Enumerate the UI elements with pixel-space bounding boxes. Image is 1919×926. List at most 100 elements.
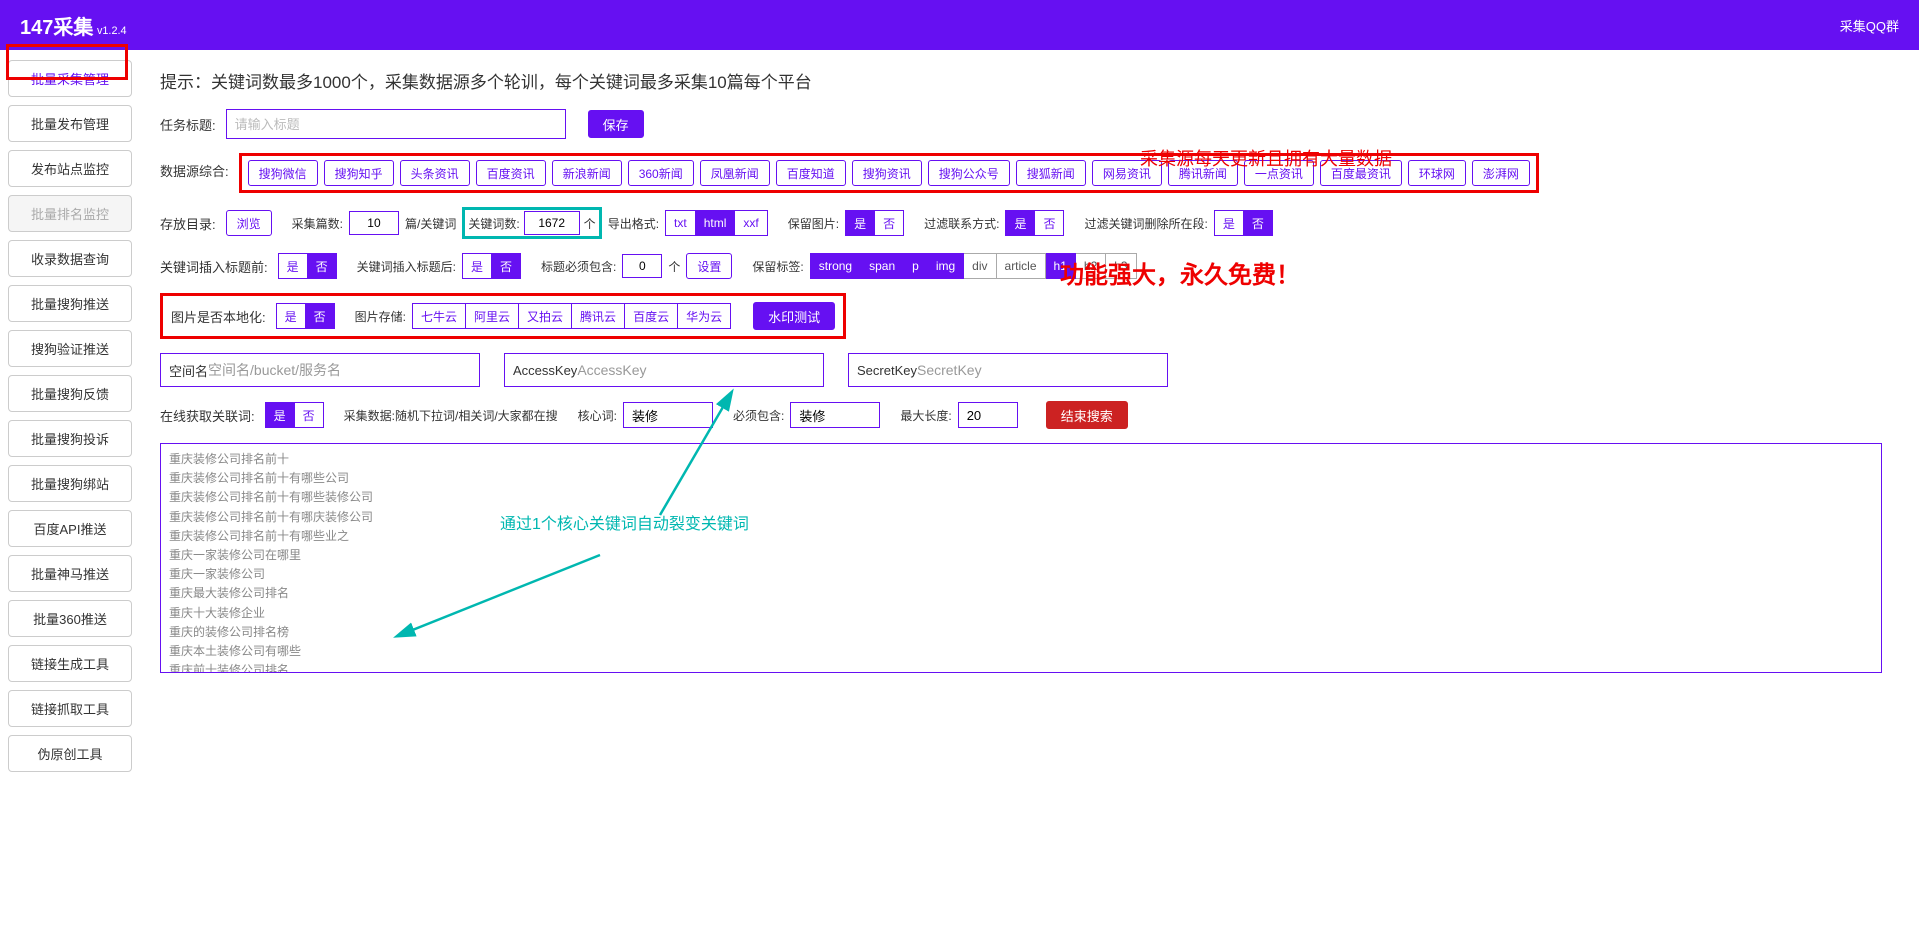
watermark-button[interactable]: 水印测试 <box>753 302 835 330</box>
filter-seg-opt-1[interactable]: 否 <box>1244 210 1273 236</box>
sidebar-item-7[interactable]: 批量搜狗反馈 <box>8 375 132 412</box>
cloud-input-1: AccessKey <box>504 353 824 387</box>
sidebar-item-1[interactable]: 批量发布管理 <box>8 105 132 142</box>
store-seg-opt-1[interactable]: 阿里云 <box>466 303 519 329</box>
tags-seg-opt-3[interactable]: img <box>928 253 964 279</box>
source-4[interactable]: 新浪新闻 <box>552 160 622 186</box>
source-0[interactable]: 搜狗微信 <box>248 160 318 186</box>
fmt-seg-opt-2[interactable]: xxf <box>735 210 767 236</box>
browse-button[interactable]: 浏览 <box>226 210 272 236</box>
tags-seg-opt-5[interactable]: article <box>997 253 1046 279</box>
source-15[interactable]: 环球网 <box>1408 160 1466 186</box>
cloud-input-field-2[interactable] <box>917 362 1159 378</box>
local-segment: 是否 <box>276 303 335 329</box>
sidebar-item-6[interactable]: 搜狗验证推送 <box>8 330 132 367</box>
store-seg-opt-2[interactable]: 又拍云 <box>519 303 572 329</box>
row-image-settings: 图片是否本地化: 是否 图片存储: 七牛云阿里云又拍云腾讯云百度云华为云 水印测… <box>160 293 1899 339</box>
source-1[interactable]: 搜狗知乎 <box>324 160 394 186</box>
sidebar-item-12[interactable]: 批量360推送 <box>8 600 132 637</box>
max-label: 最大长度: <box>900 407 951 424</box>
version: v1.2.4 <box>97 25 127 37</box>
sidebar-item-2[interactable]: 发布站点监控 <box>8 150 132 187</box>
sidebar-item-10[interactable]: 百度API推送 <box>8 510 132 547</box>
tags-seg-opt-2[interactable]: p <box>904 253 928 279</box>
contact-seg-opt-0[interactable]: 是 <box>1005 210 1035 236</box>
brand-name: 147采集 <box>20 17 93 39</box>
keywords-textarea[interactable] <box>160 443 1882 673</box>
sidebar-item-11[interactable]: 批量神马推送 <box>8 555 132 592</box>
end-search-button[interactable]: 结束搜索 <box>1046 401 1128 429</box>
store-seg-opt-4[interactable]: 百度云 <box>625 303 678 329</box>
before-segment: 是否 <box>278 253 337 279</box>
sidebar-item-5[interactable]: 批量搜狗推送 <box>8 285 132 322</box>
filter-seg-opt-0[interactable]: 是 <box>1214 210 1244 236</box>
dir-label: 存放目录: <box>160 214 216 233</box>
tags-seg-opt-0[interactable]: strong <box>810 253 861 279</box>
source-9[interactable]: 搜狗公众号 <box>928 160 1010 186</box>
store-seg-opt-3[interactable]: 腾讯云 <box>572 303 625 329</box>
store-seg-opt-0[interactable]: 七牛云 <box>412 303 466 329</box>
cloud-input-field-0[interactable] <box>208 362 471 378</box>
after-seg-opt-1[interactable]: 否 <box>492 253 521 279</box>
tags-seg-opt-1[interactable]: span <box>861 253 904 279</box>
row-cloud-inputs: 空间名 AccessKey SecretKey <box>160 353 1899 387</box>
count-label: 采集篇数: <box>292 215 343 232</box>
count-input[interactable] <box>349 211 399 235</box>
source-5[interactable]: 360新闻 <box>628 160 694 186</box>
contact-label: 过滤联系方式: <box>924 215 999 232</box>
online-seg-opt-0[interactable]: 是 <box>265 402 295 428</box>
cloud-input-2: SecretKey <box>848 353 1168 387</box>
fmt-segment: txthtmlxxf <box>665 210 768 236</box>
kw-input[interactable] <box>524 211 580 235</box>
local-seg-opt-0[interactable]: 是 <box>276 303 306 329</box>
save-button[interactable]: 保存 <box>588 110 644 138</box>
online-seg-opt-1[interactable]: 否 <box>295 402 324 428</box>
fmt-seg-opt-1[interactable]: html <box>696 210 736 236</box>
img-seg-opt-1[interactable]: 否 <box>875 210 904 236</box>
core-input[interactable] <box>623 402 713 428</box>
source-16[interactable]: 澎湃网 <box>1472 160 1530 186</box>
contact-seg-opt-1[interactable]: 否 <box>1035 210 1064 236</box>
before-seg-opt-0[interactable]: 是 <box>278 253 308 279</box>
qq-group-link[interactable]: 采集QQ群 <box>1840 16 1899 35</box>
source-8[interactable]: 搜狗资讯 <box>852 160 922 186</box>
max-input[interactable] <box>958 402 1018 428</box>
cloud-input-field-1[interactable] <box>577 362 815 378</box>
fmt-seg-opt-0[interactable]: txt <box>665 210 696 236</box>
sidebar-item-8[interactable]: 批量搜狗投诉 <box>8 420 132 457</box>
sidebar: 批量采集管理批量发布管理发布站点监控批量排名监控收录数据查询批量搜狗推送搜狗验证… <box>0 50 140 790</box>
source-6[interactable]: 凤凰新闻 <box>700 160 770 186</box>
filter-segment: 是否 <box>1214 210 1273 236</box>
source-2[interactable]: 头条资讯 <box>400 160 470 186</box>
tags-seg-opt-4[interactable]: div <box>964 253 996 279</box>
sidebar-item-14[interactable]: 链接抓取工具 <box>8 690 132 727</box>
source-10[interactable]: 搜狐新闻 <box>1016 160 1086 186</box>
img-seg-opt-0[interactable]: 是 <box>845 210 875 236</box>
store-label: 图片存储: <box>355 308 406 325</box>
source-3[interactable]: 百度资讯 <box>476 160 546 186</box>
after-segment: 是否 <box>462 253 521 279</box>
annotation-redbox-sidebar <box>6 44 128 80</box>
filter-label: 过滤关键词删除所在段: <box>1084 215 1207 232</box>
after-seg-opt-0[interactable]: 是 <box>462 253 492 279</box>
must2-label: 必须包含: <box>733 407 784 424</box>
contact-segment: 是否 <box>1005 210 1064 236</box>
store-seg-opt-5[interactable]: 华为云 <box>678 303 731 329</box>
img-label: 保留图片: <box>788 215 839 232</box>
local-seg-opt-1[interactable]: 否 <box>306 303 335 329</box>
cloud-input-0: 空间名 <box>160 353 480 387</box>
sidebar-item-9[interactable]: 批量搜狗绑站 <box>8 465 132 502</box>
must2-input[interactable] <box>790 402 880 428</box>
row-task: 任务标题: 保存 <box>160 109 1899 139</box>
set-button[interactable]: 设置 <box>686 253 732 279</box>
sidebar-item-4[interactable]: 收录数据查询 <box>8 240 132 277</box>
row-settings-1: 存放目录: 浏览 采集篇数: 篇/关键词 关键词数: 个 导出格式: txtht… <box>160 207 1899 239</box>
task-title-input[interactable] <box>226 109 566 139</box>
count-suffix: 篇/关键词 <box>405 215 456 232</box>
source-7[interactable]: 百度知道 <box>776 160 846 186</box>
before-seg-opt-1[interactable]: 否 <box>308 253 337 279</box>
sidebar-item-15[interactable]: 伪原创工具 <box>8 735 132 772</box>
sidebar-item-13[interactable]: 链接生成工具 <box>8 645 132 682</box>
kw-suffix: 个 <box>584 215 596 232</box>
must-input[interactable] <box>622 254 662 278</box>
